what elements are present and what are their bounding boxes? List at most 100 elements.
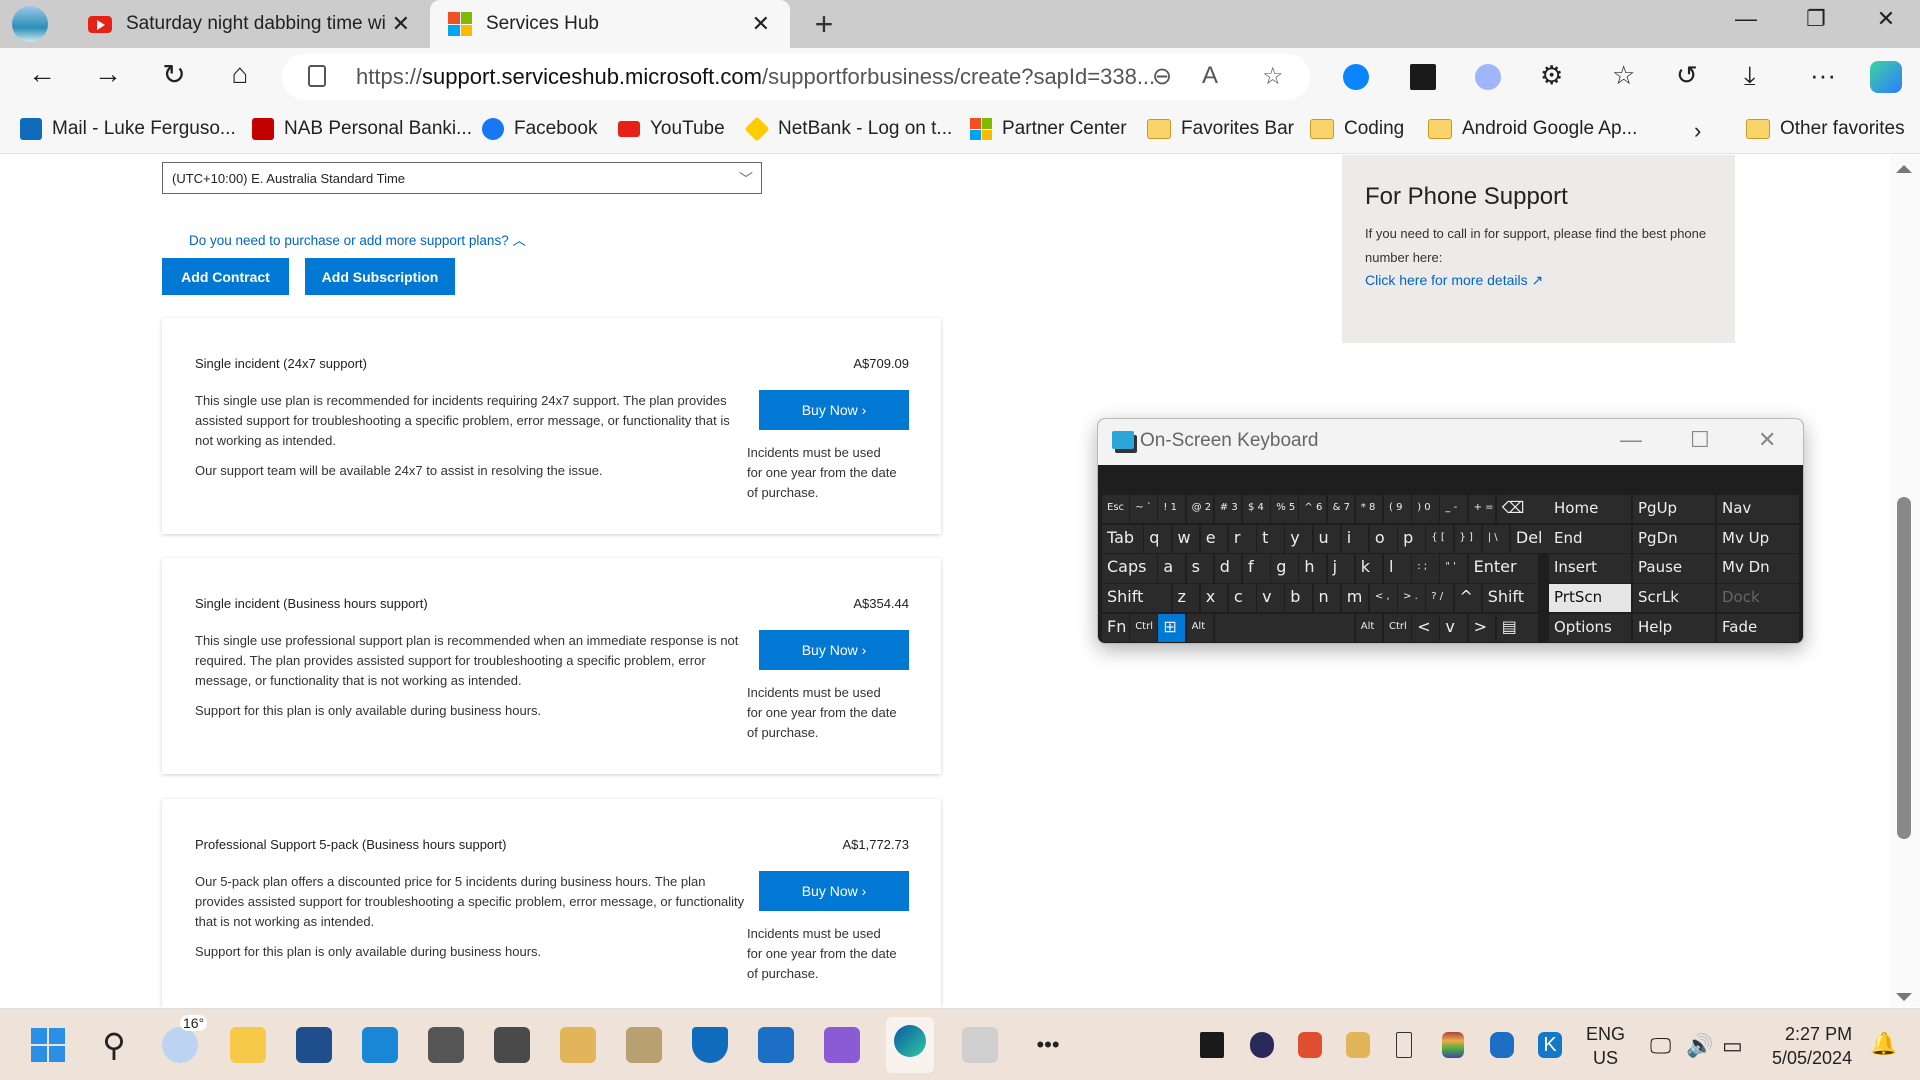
key-)0[interactable]: ) 0 [1412,495,1439,524]
key-!1[interactable]: ! 1 [1158,495,1186,524]
key-q[interactable]: q [1144,524,1171,553]
key-f[interactable]: f [1243,554,1270,583]
nvidia-extension-icon[interactable] [1410,64,1436,90]
key-u[interactable]: u [1313,524,1341,553]
buy-now-button[interactable]: Buy Now › [759,871,909,911]
key-alt[interactable]: Alt [1186,613,1214,642]
back-icon[interactable]: ← [22,58,62,90]
shazam-extension-icon[interactable] [1343,64,1369,90]
volume-icon[interactable]: 🔊 [1686,1033,1713,1059]
bookmarks-overflow-chevron-icon[interactable]: › [1694,118,1701,144]
key-caps[interactable]: Caps [1102,554,1157,583]
add-contract-button[interactable]: Add Contract [162,258,289,295]
history-icon[interactable]: ↺ [1676,60,1698,91]
key-r[interactable]: r [1228,524,1256,553]
key-%5[interactable]: % 5 [1271,495,1298,524]
key-options[interactable]: Options [1549,613,1631,642]
key-ctrl[interactable]: Ctrl [1384,613,1411,642]
close-tab-icon[interactable]: ✕ [392,11,410,37]
key-v[interactable]: v [1440,613,1468,642]
key-|\[interactable]: | \ [1482,524,1510,553]
key-insert[interactable]: Insert [1549,554,1631,583]
snipping-icon[interactable] [494,1027,530,1063]
osk-maximize-button[interactable]: ☐ [1690,427,1710,453]
key-(9[interactable]: ( 9 [1384,495,1411,524]
key-p[interactable]: p [1398,524,1425,553]
close-window-button[interactable]: ✕ [1866,6,1906,32]
key-@2[interactable]: @ 2 [1186,495,1214,524]
tab-services-hub[interactable]: Services Hub ✕ [430,0,790,48]
key-g[interactable]: g [1271,554,1298,583]
key-k[interactable]: k [1355,554,1383,583]
key-y[interactable]: y [1285,524,1312,553]
key-&7[interactable]: & 7 [1327,495,1355,524]
tab-youtube[interactable]: Saturday night dabbing time with ✕ [70,0,430,48]
bookmark-partner-center[interactable]: Partner Center [970,118,1127,140]
extensions-icon[interactable]: ⚙ [1540,60,1563,91]
key-pgdn[interactable]: PgDn [1633,524,1715,553]
key-_-[interactable]: _ - [1440,495,1468,524]
restore-button[interactable]: ❐ [1796,6,1836,32]
key-<[interactable]: < [1412,613,1439,642]
timezone-select[interactable]: (UTC+10:00) E. Australia Standard Time ﹀ [162,162,762,194]
key-}][interactable]: } ] [1454,524,1482,553]
key-s[interactable]: s [1186,554,1214,583]
scroll-down-icon[interactable] [1896,993,1912,1001]
key-t[interactable]: t [1257,524,1284,553]
key->.[interactable]: > . [1398,584,1425,613]
k-app-icon[interactable]: K [1538,1032,1562,1058]
edge-icon[interactable] [886,1017,934,1073]
bookmark-other-favorites[interactable]: Other favorites [1746,118,1905,140]
language-indicator[interactable]: ENG US [1586,1022,1625,1070]
notifications-bell-icon[interactable]: 🔔 [1870,1031,1897,1057]
key-$4[interactable]: $ 4 [1243,495,1270,524]
key-+=[interactable]: + = [1468,495,1496,524]
key-v[interactable]: v [1257,584,1284,613]
copilot-icon[interactable] [1870,61,1902,93]
bookmark-facebook[interactable]: Facebook [482,118,597,140]
usb-tool-icon[interactable] [626,1027,662,1063]
key-▤[interactable]: ▤ [1496,613,1538,642]
more-icon[interactable]: ••• [1030,1027,1066,1063]
lock-icon[interactable] [308,65,326,87]
bookmark-mail[interactable]: Mail - Luke Ferguso... [20,118,236,140]
key-dock[interactable]: Dock [1717,584,1799,613]
key-ctrl[interactable]: Ctrl [1130,613,1157,642]
key-pause[interactable]: Pause [1633,554,1715,583]
key-i[interactable]: i [1341,524,1369,553]
key-end[interactable]: End [1549,524,1631,553]
zoom-out-icon[interactable]: ⊖ [1152,62,1172,91]
key-w[interactable]: w [1172,524,1200,553]
key-⊞[interactable]: ⊞ [1158,613,1186,642]
key-fade[interactable]: Fade [1717,613,1799,642]
osk-close-button[interactable]: ✕ [1758,427,1776,453]
key-space[interactable] [1214,613,1355,642]
bookmark-favorites-bar[interactable]: Favorites Bar [1147,118,1294,140]
key-{[[interactable]: { [ [1426,524,1453,553]
search-icon[interactable]: ⚲ [96,1027,132,1063]
key-enter[interactable]: Enter [1468,554,1538,583]
buy-now-button[interactable]: Buy Now › [759,630,909,670]
forward-icon[interactable]: → [88,58,128,90]
key-z[interactable]: z [1172,584,1200,613]
bookmark-coding[interactable]: Coding [1310,118,1404,140]
key-^[interactable]: ^ [1454,584,1482,613]
key-mv-up[interactable]: Mv Up [1717,524,1799,553]
key-scrlk[interactable]: ScrLk [1633,584,1715,613]
key-tab[interactable]: Tab [1102,524,1143,553]
url-text[interactable]: https://support.serviceshub.microsoft.co… [356,64,1155,90]
start-icon[interactable] [30,1027,66,1063]
key-x[interactable]: x [1200,584,1228,613]
key-~`[interactable]: ~ ` [1130,495,1157,524]
close-tab-icon[interactable]: ✕ [752,11,770,37]
store-icon[interactable] [296,1027,332,1063]
key-pgup[interactable]: PgUp [1633,495,1715,524]
key-b[interactable]: b [1285,584,1312,613]
key-nav[interactable]: Nav [1717,495,1799,524]
key-*8[interactable]: * 8 [1355,495,1383,524]
osk-minimize-button[interactable]: — [1620,427,1642,453]
key-fn[interactable]: Fn [1102,613,1129,642]
nvidia-icon[interactable] [1200,1032,1224,1058]
network-icon[interactable]: 🖵 [1650,1033,1671,1059]
bookmark-youtube[interactable]: YouTube [618,118,725,140]
